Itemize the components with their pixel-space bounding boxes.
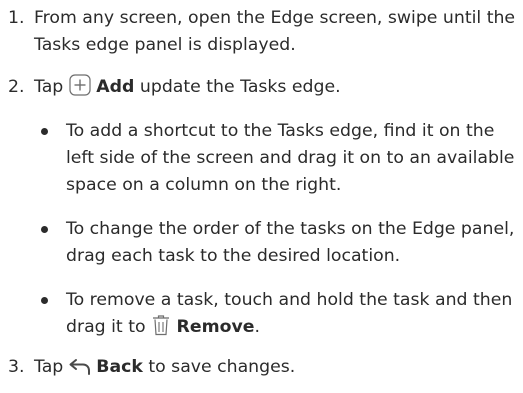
step-1: 1. From any screen, open the Edge screen… [0, 5, 523, 59]
step-2-before: Tap [34, 77, 64, 97]
step-3-after: to save changes. [148, 357, 296, 377]
bullet-add-shortcut-text: To add a shortcut to the Tasks edge, fin… [66, 121, 515, 195]
bullet-dot [41, 128, 48, 135]
step-3: 3. Tap Back to save changes. [0, 354, 523, 381]
step-3-before: Tap [34, 357, 64, 377]
bullet-add-shortcut: To add a shortcut to the Tasks edge, fin… [34, 118, 523, 199]
instructions-document: 1. From any screen, open the Edge screen… [0, 0, 523, 381]
step-1-text: From any screen, open the Edge screen, s… [34, 8, 516, 55]
trash-icon [151, 314, 171, 336]
bullet-dot [41, 226, 48, 233]
step-2-bullets: To add a shortcut to the Tasks edge, fin… [34, 118, 523, 341]
bullet-remove-before: To remove a task, touch and hold the tas… [66, 290, 513, 337]
add-action-label: Add [96, 77, 135, 97]
remove-action-label: Remove [176, 317, 255, 337]
bullet-change-order-text: To change the order of the tasks on the … [66, 219, 515, 266]
back-icon [69, 358, 91, 376]
bullet-dot [41, 297, 48, 304]
step-2-number: 2. [8, 77, 25, 97]
add-icon [69, 74, 91, 96]
step-1-number: 1. [8, 8, 25, 28]
bullet-remove-after: . [254, 317, 260, 337]
step-2-after: update the Tasks edge. [139, 77, 341, 97]
step-3-number: 3. [8, 357, 25, 377]
back-action-label: Back [96, 357, 143, 377]
bullet-change-order: To change the order of the tasks on the … [34, 216, 523, 270]
step-2: 2. Tap Add update the Tasks edge. To add… [0, 74, 523, 341]
bullet-remove-task: To remove a task, touch and hold the tas… [34, 287, 523, 341]
